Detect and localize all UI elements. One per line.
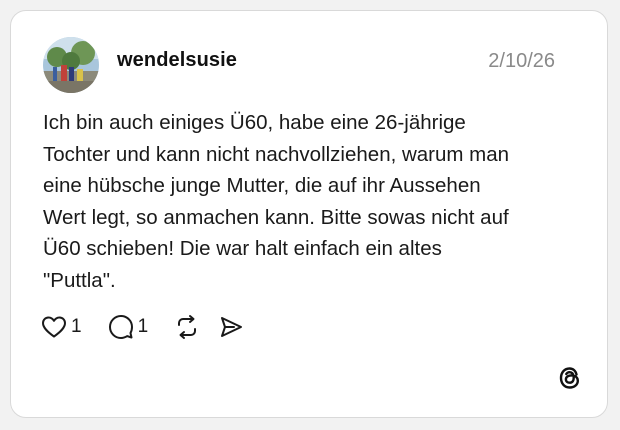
comment-icon (108, 315, 133, 339)
like-count: 1 (71, 316, 82, 337)
repost-button[interactable] (174, 313, 200, 341)
action-bar: 1 1 (41, 313, 244, 341)
share-button[interactable] (218, 313, 244, 341)
send-icon (221, 317, 243, 337)
avatar-photo-icon (43, 37, 99, 93)
post-text: Ich bin auch einiges Ü60, habe eine 26-j… (43, 111, 510, 292)
repost-icon (178, 315, 197, 339)
like-button[interactable]: 1 (41, 313, 82, 341)
post-card: wendelsusie 2/10/26 Ich bin auch einiges… (10, 10, 608, 418)
username[interactable]: wendelsusie (117, 49, 237, 72)
reply-count: 1 (137, 316, 149, 337)
post-date: 2/10/26 (488, 50, 555, 72)
heart-icon (42, 316, 66, 338)
reply-button[interactable]: 1 (108, 313, 149, 341)
avatar[interactable] (43, 37, 99, 93)
threads-logo-icon[interactable] (557, 365, 583, 391)
